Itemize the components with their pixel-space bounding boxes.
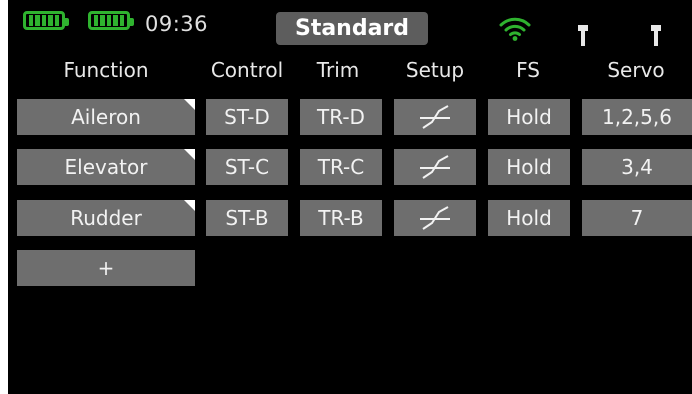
function-label: Elevator — [64, 155, 148, 179]
function-label: Aileron — [71, 105, 141, 129]
function-button[interactable]: Rudder — [17, 200, 195, 236]
control-button[interactable]: ST-D — [206, 99, 288, 135]
wifi-icon — [499, 17, 531, 41]
setup-button[interactable] — [394, 99, 476, 135]
corner-marker — [184, 99, 195, 110]
curve-icon — [420, 105, 450, 129]
servo-button[interactable]: 7 — [582, 200, 692, 236]
transmitter-screen: 09:36 Standard Function Control Trim Set… — [8, 0, 692, 394]
transmitter-battery-icon — [23, 11, 69, 30]
curve-icon — [420, 155, 450, 179]
control-button[interactable]: ST-B — [206, 200, 288, 236]
fs-button[interactable]: Hold — [488, 149, 570, 185]
servo-button[interactable]: 1,2,5,6 — [582, 99, 692, 135]
column-header-fs: FS — [516, 58, 540, 82]
fs-button[interactable]: Hold — [488, 200, 570, 236]
setup-button[interactable] — [394, 149, 476, 185]
column-header-trim: Trim — [316, 58, 360, 82]
antenna-icon — [578, 25, 588, 46]
column-header-setup: Setup — [405, 58, 465, 82]
function-button[interactable]: Elevator — [17, 149, 195, 185]
column-header-servo: Servo — [607, 58, 665, 82]
column-header-control: Control — [210, 58, 284, 82]
setup-button[interactable] — [394, 200, 476, 236]
antenna-icon — [651, 25, 661, 46]
function-button[interactable]: Aileron — [17, 99, 195, 135]
servo-button[interactable]: 3,4 — [582, 149, 692, 185]
mode-button[interactable]: Standard — [276, 12, 428, 45]
corner-marker — [184, 149, 195, 160]
column-header-function: Function — [63, 58, 149, 82]
corner-marker — [184, 200, 195, 211]
control-button[interactable]: ST-C — [206, 149, 288, 185]
fs-button[interactable]: Hold — [488, 99, 570, 135]
add-function-button[interactable]: + — [17, 250, 195, 286]
trim-button[interactable]: TR-B — [300, 200, 382, 236]
function-label: Rudder — [70, 206, 142, 230]
trim-button[interactable]: TR-D — [300, 99, 382, 135]
curve-icon — [420, 206, 450, 230]
receiver-battery-icon — [88, 11, 134, 30]
clock: 09:36 — [145, 12, 209, 36]
trim-button[interactable]: TR-C — [300, 149, 382, 185]
